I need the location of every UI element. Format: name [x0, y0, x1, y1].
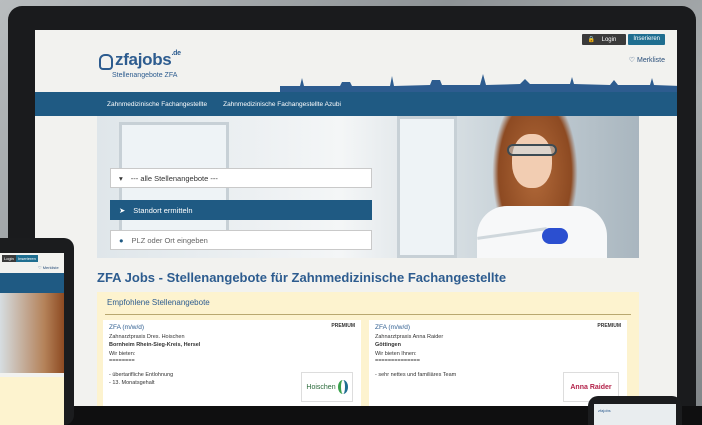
logo-name: zfajobs: [115, 50, 172, 69]
login-button[interactable]: 🔒 Login: [582, 34, 627, 45]
tablet-hero-image: [0, 293, 64, 373]
job-location: Bornheim Rhein-Sieg-Kreis, Hersel: [109, 342, 201, 348]
city-skyline-graphic: [280, 74, 677, 92]
nav-item-zfa[interactable]: Zahnmedizinische Fachangestellte: [107, 101, 207, 108]
top-buttons: 🔒 Login Inserieren: [582, 34, 665, 45]
tablet-watchlist-link[interactable]: ♡ Merkliste: [38, 265, 59, 270]
job-location: Göttingen: [375, 342, 401, 348]
tablet-nav: [0, 273, 64, 293]
job-intro: Wir bieten:: [109, 351, 136, 357]
page-title: ZFA Jobs - Stellenangebote für Zahnmediz…: [97, 270, 507, 285]
logo-tld: .de: [171, 50, 181, 57]
logo-subtitle: Stellenangebote ZFA: [112, 72, 178, 79]
nav-item-zfa-azubi[interactable]: Zahnmedizinische Fachangestellte Azubi: [223, 101, 341, 108]
map-pin-icon: ●: [119, 235, 124, 245]
phone-device: zfajobs: [588, 396, 682, 425]
locate-label: Standort ermitteln: [133, 205, 193, 215]
phone-screen: zfajobs: [594, 404, 676, 425]
watchlist-label: Merkliste: [636, 57, 665, 64]
monitor-screen: 🔒 Login Inserieren ♡ Merkliste zfajobs.d…: [35, 30, 677, 425]
job-bullet: - sehr nettes und familiäres Team: [375, 372, 457, 378]
job-company: Zahnarztpraxis Anna Raider: [375, 334, 444, 340]
tablet-watchlist-label: Merkliste: [42, 265, 59, 270]
desktop-monitor: 🔒 Login Inserieren ♡ Merkliste zfajobs.d…: [8, 6, 696, 425]
job-category-value: --- alle Stellenangebote ---: [130, 173, 218, 183]
tablet-login-button[interactable]: Login: [2, 255, 16, 262]
company-logo-hoischen: Hoischen: [301, 372, 353, 402]
company-logo-text: Hoischen: [306, 383, 336, 391]
job-rule: ==============: [375, 358, 420, 364]
job-rule: ========: [109, 358, 135, 364]
job-title[interactable]: ZFA (m/w/d): [109, 324, 144, 331]
job-company: Zahnarztpraxis Dres. Hoischen: [109, 334, 185, 340]
zip-placeholder: PLZ oder Ort eingeben: [131, 235, 208, 245]
job-category-select[interactable]: ▾ --- alle Stellenangebote ---: [110, 168, 372, 188]
phone-logo: zfajobs: [598, 408, 611, 413]
featured-title: Empfohlene Stellenangebote: [107, 298, 210, 307]
tablet-device: Login Inserieren ♡ Merkliste: [0, 238, 74, 425]
job-bullet: - übertarifliche Entlohnung: [109, 372, 174, 378]
tablet-screen: Login Inserieren ♡ Merkliste: [0, 253, 64, 425]
zip-input[interactable]: ● PLZ oder Ort eingeben: [110, 230, 372, 250]
tablet-featured-panel: [0, 377, 64, 425]
watchlist-link[interactable]: ♡ Merkliste: [629, 56, 665, 64]
job-bullet: - 13. Monatsgehalt: [109, 380, 155, 386]
site-logo[interactable]: zfajobs.de: [99, 50, 181, 70]
tooth-icon: [99, 54, 113, 70]
heart-icon: ♡: [628, 57, 636, 64]
hero-window: [397, 116, 457, 258]
logo-text: zfajobs.de: [115, 50, 181, 70]
premium-badge: PREMIUM: [331, 323, 355, 329]
chevron-down-icon: ▾: [119, 173, 123, 183]
divider: [105, 314, 631, 315]
job-intro: Wir bieten Ihnen:: [375, 351, 417, 357]
main-nav: Zahnmedizinische Fachangestellte Zahnmed…: [35, 92, 677, 116]
login-label: Login: [601, 37, 617, 43]
blue-glove: [542, 228, 568, 244]
safety-goggles: [507, 144, 557, 156]
hero-person-face: [512, 134, 552, 188]
locate-button[interactable]: ➤ Standort ermitteln: [110, 200, 372, 220]
insert-button[interactable]: Inserieren: [628, 34, 665, 45]
location-arrow-icon: ➤: [119, 205, 126, 215]
premium-badge: PREMIUM: [597, 323, 621, 329]
tablet-insert-button[interactable]: Inserieren: [16, 255, 38, 262]
logo-swoosh-icon: [337, 380, 348, 394]
job-title[interactable]: ZFA (m/w/d): [375, 324, 410, 331]
